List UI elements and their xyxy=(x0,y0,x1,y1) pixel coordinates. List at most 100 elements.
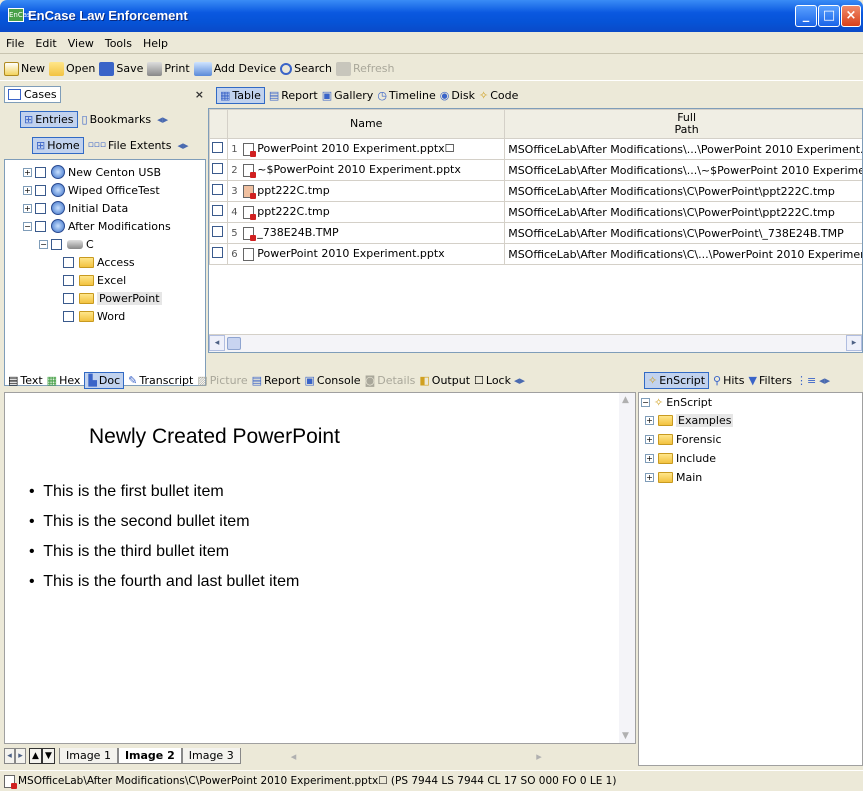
tree-item-excel[interactable]: Excel xyxy=(61,271,126,289)
minimize-button[interactable]: _ xyxy=(795,5,817,27)
scroll-right-button[interactable]: ▸ xyxy=(846,335,862,351)
row-checkbox-cell[interactable] xyxy=(209,159,229,181)
timeline-view-button[interactable]: ◷ Timeline xyxy=(377,84,435,106)
row-name-cell[interactable]: 3 ppt222C.tmp xyxy=(227,180,506,202)
row-checkbox-cell[interactable] xyxy=(209,222,229,244)
tab-hits[interactable]: ⚲ Hits xyxy=(713,369,744,391)
table-view-button[interactable]: ▦ Table xyxy=(216,86,265,104)
disk-view-button[interactable]: ◉ Disk xyxy=(440,84,475,106)
menu-view[interactable]: View xyxy=(62,34,99,50)
tree-item-include[interactable]: + Include xyxy=(645,449,716,467)
row-path-cell[interactable]: MSOfficeLab\After Modifications\C\PowerP… xyxy=(504,222,862,244)
tree-item-powerpoint[interactable]: PowerPoint xyxy=(61,289,162,307)
tree-item-initial-data[interactable]: + Initial Data xyxy=(23,199,128,217)
gallery-view-button[interactable]: ▣ Gallery xyxy=(322,84,374,106)
scroll-up-icon[interactable]: ▲ xyxy=(622,395,629,405)
tab-doc[interactable]: ▙ Doc xyxy=(84,371,125,389)
tab-output[interactable]: ◧ Output xyxy=(419,369,470,391)
row-checkbox-cell[interactable] xyxy=(209,201,229,223)
tab-filters[interactable]: ▼ Filters xyxy=(748,369,791,391)
menu-tools[interactable]: Tools xyxy=(99,34,137,50)
nav-next-icon[interactable]: ▸ xyxy=(15,748,26,764)
tree-item-after-modifications[interactable]: − After Modifications xyxy=(23,217,171,235)
checkbox[interactable] xyxy=(63,292,74,304)
row-checkbox[interactable] xyxy=(212,184,223,195)
open-button[interactable]: Open xyxy=(49,58,95,80)
menu-help[interactable]: Help xyxy=(137,34,173,50)
nav-prev-icon[interactable]: ◂ xyxy=(4,748,15,764)
tree-item-access[interactable]: Access xyxy=(61,253,135,271)
table-row[interactable]: 1 PowerPoint 2010 Experiment.pptx☐ MSOffic… xyxy=(209,138,862,160)
row-name-cell[interactable]: 4 ppt222C.tmp xyxy=(227,201,506,223)
tree-item-wiped-officetest[interactable]: + Wiped OfficeTest xyxy=(23,181,160,199)
tab-scroll-arrows-4[interactable]: ◂▸ xyxy=(819,374,830,387)
tab-scroll-arrows-2[interactable]: ◂▸ xyxy=(177,139,188,152)
report-view-button[interactable]: ▤ Report xyxy=(269,84,318,106)
expand-icon[interactable]: + xyxy=(645,434,654,444)
row-path-cell[interactable]: MSOfficeLab\After Modifications\C\...\Po… xyxy=(504,243,862,265)
row-checkbox[interactable] xyxy=(212,142,223,153)
entries-tab[interactable]: ⊞ Entries xyxy=(20,110,78,128)
row-path-cell[interactable]: MSOfficeLab\After Modifications\C\PowerP… xyxy=(504,180,862,202)
expand-icon[interactable]: + xyxy=(645,415,654,425)
cases-tab[interactable]: Cases xyxy=(4,85,61,103)
checkbox[interactable] xyxy=(51,238,62,250)
tab-hex[interactable]: ▦ Hex xyxy=(47,369,81,391)
table-header-full-path[interactable]: Full Path xyxy=(504,109,862,139)
expand-icon[interactable]: + xyxy=(645,453,654,463)
tree-item-word[interactable]: Word xyxy=(61,307,125,325)
row-name-cell[interactable]: 6 PowerPoint 2010 Experiment.pptx xyxy=(227,243,506,265)
row-checkbox[interactable] xyxy=(212,226,223,237)
close-button[interactable]: × xyxy=(841,5,861,27)
search-button[interactable]: Search xyxy=(280,58,332,80)
menu-file[interactable]: File xyxy=(0,34,29,50)
row-checkbox[interactable] xyxy=(212,205,223,216)
tab-enscript[interactable]: ✧ EnScript xyxy=(644,371,710,389)
tree-item-c-drive[interactable]: − C xyxy=(39,235,94,253)
row-name-cell[interactable]: 5 _738E24B.TMP xyxy=(227,222,506,244)
row-checkbox[interactable] xyxy=(212,247,223,258)
scroll-left-button[interactable]: ◂ xyxy=(209,335,225,351)
tree-item-main[interactable]: + Main xyxy=(645,468,702,486)
tree-item-enscript[interactable]: − ✧ EnScript xyxy=(641,393,712,411)
print-button[interactable]: Print xyxy=(147,58,190,80)
table-row[interactable]: 3 ppt222C.tmp MSOfficeLab\After Modificati… xyxy=(209,180,862,202)
checkbox[interactable] xyxy=(35,220,46,232)
table-row[interactable]: 5 _738E24B.TMP MSOfficeLab\After Modificat… xyxy=(209,222,862,244)
collapse-icon[interactable]: − xyxy=(39,239,48,249)
table-row[interactable]: 2 ~$PowerPoint 2010 Experiment.pptx MSOffi… xyxy=(209,159,862,181)
tab-report[interactable]: ▤ Report xyxy=(252,369,301,391)
tab-console[interactable]: ▣ Console xyxy=(304,369,360,391)
tab-details[interactable]: ◙ Details xyxy=(365,369,416,391)
refresh-button[interactable]: Refresh xyxy=(335,58,394,80)
expand-icon[interactable]: + xyxy=(23,203,32,213)
row-checkbox-cell[interactable] xyxy=(209,138,229,160)
expand-icon[interactable]: + xyxy=(23,167,32,177)
table-header-name[interactable]: Name xyxy=(227,109,506,139)
file-extents-tab[interactable]: ▫▫▫ File Extents xyxy=(88,139,172,152)
checkbox[interactable] xyxy=(63,310,74,322)
checkbox[interactable] xyxy=(35,202,46,214)
expand-icon[interactable]: + xyxy=(23,185,32,195)
row-name-cell[interactable]: 1 PowerPoint 2010 Experiment.pptx☐ xyxy=(227,138,506,160)
expand-icon[interactable]: + xyxy=(645,472,654,482)
row-checkbox-cell[interactable] xyxy=(209,180,229,202)
row-path-cell[interactable]: MSOfficeLab\After Modifications\...\~$Po… xyxy=(504,159,862,181)
tree-item-examples[interactable]: + Examples xyxy=(645,411,734,429)
add-device-button[interactable]: Add Device xyxy=(193,58,276,80)
tab-text[interactable]: ▤ Text xyxy=(8,369,43,391)
tree-item-forensic[interactable]: + Forensic xyxy=(645,430,722,448)
table-header-select[interactable] xyxy=(209,109,229,139)
table-row[interactable]: 6 PowerPoint 2010 Experiment.pptx MSOffice… xyxy=(209,243,862,265)
checkbox[interactable] xyxy=(35,166,46,178)
collapse-icon[interactable]: − xyxy=(641,397,650,407)
hscroll-left-icon[interactable]: ◂ xyxy=(291,750,297,763)
tab-image-2[interactable]: Image 2 xyxy=(117,748,182,764)
scroll-down-icon[interactable]: ▼ xyxy=(622,731,629,741)
menu-edit[interactable]: Edit xyxy=(29,34,61,50)
collapse-icon[interactable]: − xyxy=(23,221,32,231)
new-button[interactable]: New xyxy=(4,58,45,80)
tab-image-1[interactable]: Image 1 xyxy=(59,748,118,764)
close-pane-icon[interactable]: × xyxy=(195,88,204,101)
home-tab[interactable]: ⊞ Home xyxy=(32,136,84,154)
